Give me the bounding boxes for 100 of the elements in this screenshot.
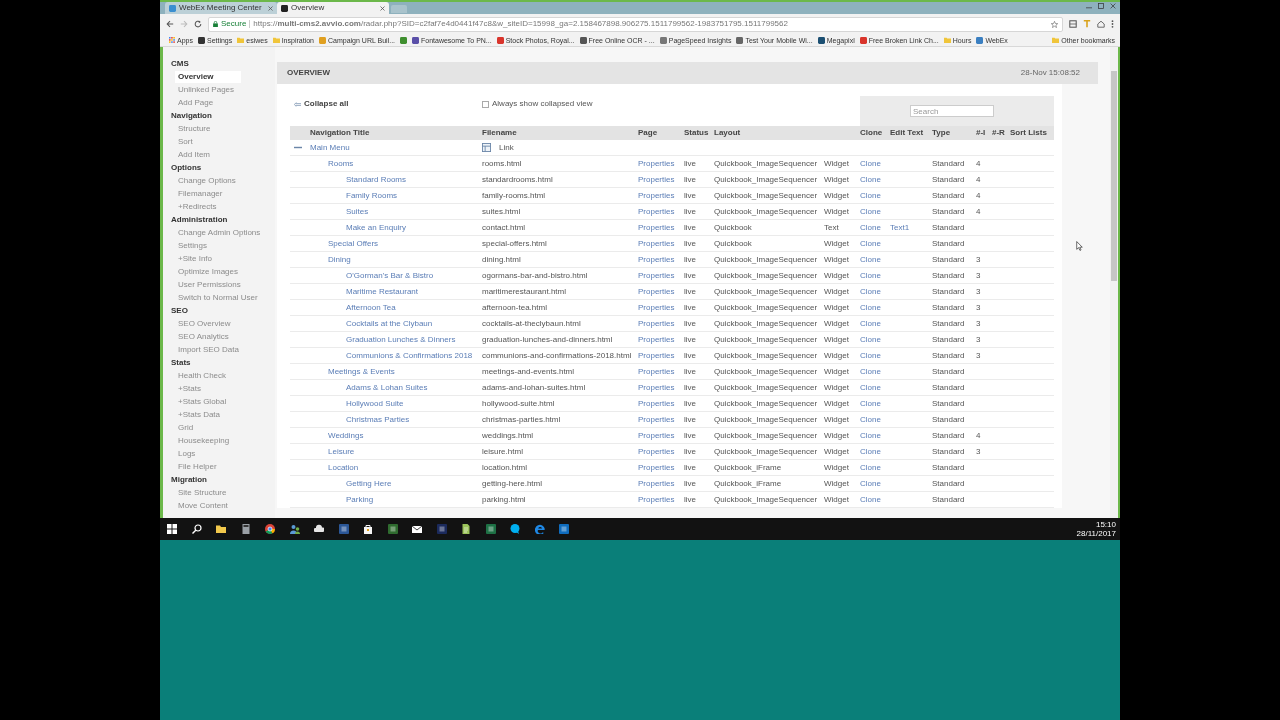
clone-link[interactable]: Clone	[860, 399, 881, 408]
page-title-link[interactable]: Location	[328, 463, 359, 472]
close-icon[interactable]	[380, 5, 385, 11]
search-icon[interactable]	[191, 524, 202, 534]
search-field[interactable]: Search	[910, 105, 994, 117]
properties-link[interactable]: Properties	[638, 239, 675, 248]
clone-link[interactable]: Clone	[860, 431, 881, 440]
app-tile-icon[interactable]	[338, 524, 349, 534]
properties-link[interactable]: Properties	[638, 431, 675, 440]
page-title-link[interactable]: Leisure	[328, 447, 355, 456]
clone-link[interactable]: Clone	[860, 255, 881, 264]
properties-link[interactable]: Properties	[638, 319, 675, 328]
sidebar-item[interactable]: Sort	[175, 135, 241, 148]
sidebar-item[interactable]: Overview	[175, 70, 241, 83]
page-title-link[interactable]: Christmas Parties	[346, 415, 410, 424]
properties-link[interactable]: Properties	[638, 287, 675, 296]
minus-icon[interactable]	[294, 145, 302, 150]
document-icon[interactable]	[461, 524, 471, 534]
clone-link[interactable]: Clone	[860, 223, 881, 232]
app-tile-icon[interactable]	[436, 524, 447, 534]
properties-link[interactable]: Properties	[638, 463, 675, 472]
properties-link[interactable]: Properties	[638, 175, 675, 184]
sidebar-item[interactable]: Housekeeping	[175, 434, 241, 447]
sidebar-item[interactable]: SEO Overview	[175, 317, 241, 330]
clone-link[interactable]: Clone	[860, 415, 881, 424]
clone-link[interactable]: Clone	[860, 463, 881, 472]
split-panel-icon[interactable]	[1069, 20, 1077, 28]
properties-link[interactable]: Properties	[638, 255, 675, 264]
page-title-link[interactable]: Adams & Lohan Suites	[346, 383, 428, 392]
page-title-link[interactable]: Cocktails at the Clybaun	[346, 319, 433, 328]
collapse-all-button[interactable]: Collapse all	[290, 100, 482, 108]
calculator-icon[interactable]	[240, 524, 251, 534]
properties-link[interactable]: Properties	[638, 351, 675, 360]
properties-link[interactable]: Properties	[638, 191, 675, 200]
properties-link[interactable]: Properties	[638, 335, 675, 344]
page-title-link[interactable]: Rooms	[328, 159, 354, 168]
sidebar-item[interactable]: Switch to Normal User	[175, 291, 260, 304]
sidebar-item[interactable]: Optimize Images	[175, 265, 241, 278]
clone-link[interactable]: Clone	[860, 207, 881, 216]
page-title-link[interactable]: O'Gorman's Bar & Bistro	[346, 271, 434, 280]
page-title-link[interactable]: Parking	[346, 495, 374, 504]
close-icon[interactable]	[268, 5, 273, 11]
properties-link[interactable]: Properties	[638, 159, 675, 168]
page-title-link[interactable]: Make an Enquiry	[346, 223, 407, 232]
sidebar-item[interactable]: Logs	[175, 447, 241, 460]
app-tile-icon[interactable]	[559, 524, 569, 534]
favicon-icon[interactable]	[400, 36, 407, 44]
back-arrow-icon[interactable]	[166, 20, 174, 28]
cloud-icon[interactable]	[314, 524, 324, 534]
windows-logo-icon[interactable]	[167, 524, 177, 534]
sidebar-item[interactable]: +Stats Global	[175, 395, 241, 408]
properties-link[interactable]: Properties	[638, 479, 675, 488]
sidebar-item[interactable]: User Permissions	[175, 278, 243, 291]
page-title-link[interactable]: Meetings & Events	[328, 367, 395, 376]
page-title-link[interactable]: Graduation Lunches & Dinners	[346, 335, 456, 344]
sidebar-item[interactable]: +Redirects	[175, 200, 241, 213]
app-tile-icon[interactable]	[387, 524, 398, 534]
sidebar-item[interactable]: Grid	[175, 421, 241, 434]
sidebar-item[interactable]: +Stats	[175, 382, 241, 395]
browser-icon[interactable]	[534, 524, 545, 534]
clone-link[interactable]: Clone	[860, 159, 881, 168]
star-icon[interactable]	[1051, 20, 1058, 28]
browser-tab[interactable]: Overview	[277, 2, 389, 14]
page-title-link[interactable]: Suites	[346, 207, 369, 216]
sidebar-item[interactable]: Add Page	[175, 96, 241, 109]
page-title-link[interactable]: Standard Rooms	[346, 175, 407, 184]
sidebar-item[interactable]: SEO Analytics	[175, 330, 241, 343]
clone-link[interactable]: Clone	[860, 175, 881, 184]
reload-icon[interactable]	[194, 20, 202, 28]
clone-link[interactable]: Clone	[860, 351, 881, 360]
page-title-link[interactable]: Hollywood Suite	[346, 399, 404, 408]
properties-link[interactable]: Properties	[638, 415, 675, 424]
properties-link[interactable]: Properties	[638, 447, 675, 456]
clone-link[interactable]: Clone	[860, 447, 881, 456]
folder-icon[interactable]	[216, 524, 226, 534]
sidebar-item[interactable]: +Site Info	[175, 252, 241, 265]
clone-link[interactable]: Clone	[860, 303, 881, 312]
checkbox[interactable]	[482, 100, 489, 108]
more-menu-icon[interactable]	[1111, 20, 1114, 28]
page-title-link[interactable]: Family Rooms	[346, 191, 398, 200]
mail-icon[interactable]	[412, 524, 422, 534]
page-title-link[interactable]: Dining	[328, 255, 351, 264]
page-title-link[interactable]: Getting Here	[346, 479, 392, 488]
clone-link[interactable]: Clone	[860, 383, 881, 392]
properties-link[interactable]: Properties	[638, 383, 675, 392]
properties-link[interactable]: Properties	[638, 367, 675, 376]
clone-link[interactable]: Clone	[860, 319, 881, 328]
properties-link[interactable]: Properties	[638, 271, 675, 280]
properties-link[interactable]: Properties	[638, 399, 675, 408]
sidebar-item[interactable]: Add Item	[175, 148, 241, 161]
page-title-link[interactable]: Special Offers	[328, 239, 379, 248]
app-tile-icon[interactable]	[485, 524, 496, 534]
sidebar-item[interactable]: Filemanager	[175, 187, 241, 200]
clone-link[interactable]: Clone	[860, 335, 881, 344]
sidebar-item[interactable]: File Helper	[175, 460, 241, 473]
page-title-link[interactable]: Main Menu	[310, 143, 350, 152]
sidebar-item[interactable]: Site Structure	[175, 486, 241, 499]
sidebar-item[interactable]: Change Admin Options	[175, 226, 263, 239]
clone-link[interactable]: Clone	[860, 191, 881, 200]
properties-link[interactable]: Properties	[638, 495, 675, 504]
